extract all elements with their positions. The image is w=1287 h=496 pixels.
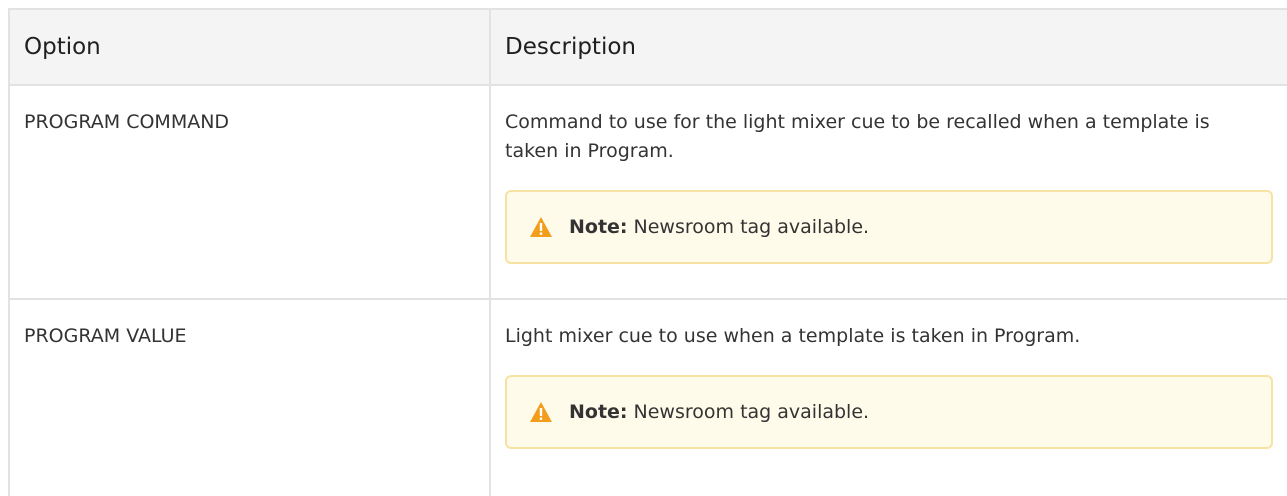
header-description: Description <box>505 34 636 60</box>
option-description: Command to use for the light mixer cue t… <box>505 111 1210 162</box>
option-name: PROGRAM COMMAND <box>10 86 491 298</box>
table-row: PROGRAM VALUE Light mixer cue to use whe… <box>10 300 1287 496</box>
option-description-cell: Light mixer cue to use when a template i… <box>491 300 1287 496</box>
note-box: Note: Newsroom tag available. <box>505 190 1273 264</box>
warning-triangle-icon <box>530 402 552 422</box>
note-text: Newsroom tag available. <box>633 215 870 238</box>
option-description-cell: Command to use for the light mixer cue t… <box>491 86 1287 298</box>
header-option: Option <box>10 10 491 84</box>
table-row: PROGRAM COMMAND Command to use for the l… <box>10 86 1287 300</box>
options-table: Option Description PROGRAM COMMAND Comma… <box>8 8 1287 496</box>
note-label: Note: <box>569 400 628 423</box>
table-header-row: Option Description <box>10 10 1287 86</box>
warning-triangle-icon <box>530 217 552 237</box>
note-label: Note: <box>569 215 628 238</box>
note-text: Newsroom tag available. <box>633 400 870 423</box>
option-description: Light mixer cue to use when a template i… <box>505 325 1081 347</box>
option-name: PROGRAM VALUE <box>10 300 491 496</box>
note-box: Note: Newsroom tag available. <box>505 375 1273 449</box>
